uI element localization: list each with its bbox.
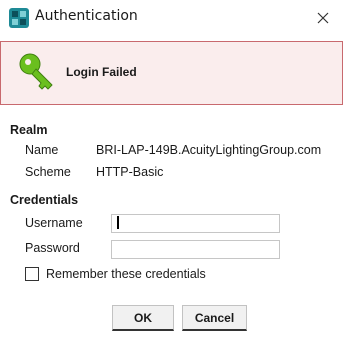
text-cursor [117,216,119,229]
title-bar: Authentication [0,0,343,36]
password-input[interactable] [111,240,280,259]
realm-scheme-label: Scheme [25,165,71,179]
realm-name-value: BRI-LAP-149B.AcuityLightingGroup.com [96,143,322,157]
credentials-heading: Credentials [10,193,79,207]
banner-message: Login Failed [66,65,137,79]
realm-scheme-value: HTTP-Basic [96,165,164,179]
remember-label: Remember these credentials [46,267,206,281]
key-icon [19,53,53,90]
password-label: Password [25,241,80,255]
error-banner: Login Failed [0,41,343,105]
app-logo-icon [9,8,29,28]
realm-heading: Realm [10,123,48,137]
cancel-button[interactable]: Cancel [182,305,247,331]
username-label: Username [25,216,83,230]
close-button[interactable] [303,0,343,36]
username-input[interactable] [111,214,280,233]
remember-checkbox[interactable] [25,267,39,281]
window-title: Authentication [35,8,138,24]
ok-button[interactable]: OK [112,305,174,331]
realm-name-label: Name [25,143,59,157]
close-icon [317,12,329,24]
